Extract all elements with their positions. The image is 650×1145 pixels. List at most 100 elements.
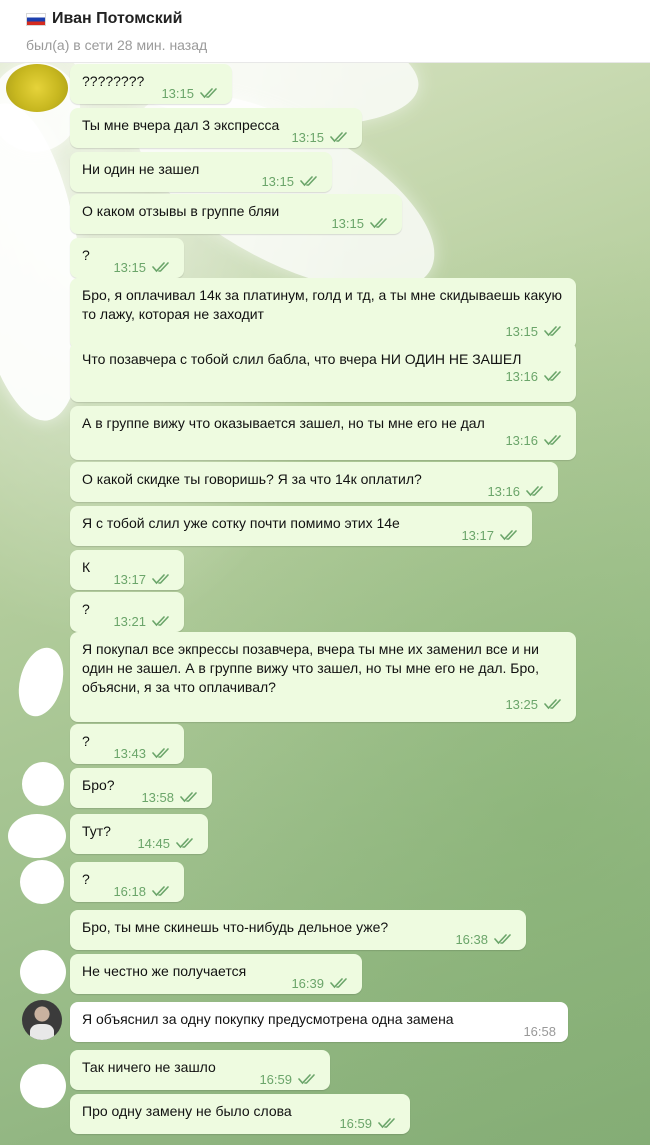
redacted-avatar [20,860,64,904]
double-check-icon [330,132,347,143]
message-bubble[interactable]: 16:39 Не честно же получается [70,954,362,994]
message-bubble[interactable]: 16:59 Так ничего не зашло [70,1050,330,1090]
redacted-avatar [20,1064,66,1108]
double-check-icon [544,326,561,337]
message-text: Я покупал все экпрессы позавчера, вчера … [82,641,539,695]
message-text: Тут? [82,823,111,839]
double-check-icon [152,616,169,627]
message-meta: 13:15 [291,128,350,147]
message-meta: 13:17 [113,570,172,589]
redacted-avatar [11,642,71,722]
message-time: 16:39 [291,976,324,991]
double-check-icon [544,699,561,710]
message-bubble[interactable]: 14:45 Тут? [70,814,208,854]
message-text: Не честно же получается [82,963,247,979]
message-bubble[interactable]: 13:15 О каком отзывы в группе бляи [70,194,402,234]
message-bubble[interactable]: 16:38 Бро, ты мне скинешь что-нибудь дель… [70,910,526,950]
message-text: Я с тобой слил уже сотку почти помимо эт… [82,515,400,531]
message-meta: 13:25 [92,695,564,714]
message-text: Так ничего не зашло [82,1059,216,1075]
message-meta: 13:15 [331,214,390,233]
message-meta: 13:15 [261,172,320,191]
message-bubble[interactable]: 13:17 Я с тобой слил уже сотку почти поми… [70,506,532,546]
message-meta: 14:45 [137,834,196,853]
russia-flag-icon [26,13,46,26]
message-meta: 13:58 [141,788,200,807]
message-bubble[interactable]: 13:15 Ни один не зашел [70,152,332,192]
message-bubble[interactable]: 13:58 Бро? [70,768,212,808]
message-text: ? [82,247,90,263]
message-meta: 16:58 [523,1022,556,1041]
chat-area[interactable]: 13:15???????? 13:15 Ты мне вчера дал 3 экс… [0,62,650,1145]
message-time: 16:18 [113,884,146,899]
message-time: 13:15 [291,130,324,145]
double-check-icon [330,978,347,989]
double-check-icon [300,176,317,187]
message-time: 16:59 [339,1116,372,1131]
message-meta: 13:21 [113,612,172,631]
message-text: О каком отзывы в группе бляи [82,203,280,219]
contact-avatar[interactable] [22,1000,62,1040]
message-meta: 16:59 [259,1070,318,1089]
message-meta: 13:16 [92,431,564,450]
message-text: А в группе вижу что оказывается зашел, н… [82,415,485,431]
message-meta: 13:43 [113,744,172,763]
message-meta: 13:16 [92,367,564,386]
message-bubble[interactable]: 13:15? [70,238,184,278]
flower-center [6,64,68,112]
message-text: ? [82,601,90,617]
message-bubble[interactable]: Я покупал все экпрессы позавчера, вчера … [70,632,576,722]
message-bubble[interactable]: 13:15 Ты мне вчера дал 3 экспресса [70,108,362,148]
double-check-icon [298,1074,315,1085]
message-meta: 13:17 [461,526,520,545]
double-check-icon [370,218,387,229]
message-text: Ты мне вчера дал 3 экспресса [82,117,280,133]
message-text: Бро? [82,777,115,793]
double-check-icon [526,486,543,497]
double-check-icon [500,530,517,541]
redacted-avatar [22,762,64,806]
message-time: 13:16 [487,484,520,499]
message-text: ? [82,733,90,749]
message-time: 13:15 [113,260,146,275]
message-time: 13:58 [141,790,174,805]
double-check-icon [544,435,561,446]
message-bubble[interactable]: 13:15???????? [70,64,232,104]
message-time: 13:16 [505,369,538,384]
contact-name[interactable]: Иван Потомский [52,10,182,28]
double-check-icon [152,748,169,759]
double-check-icon [200,88,217,99]
message-bubble[interactable]: 16:58 Я объяснил за одну покупку предусмо… [70,1002,568,1042]
message-time: 16:38 [455,932,488,947]
double-check-icon [152,262,169,273]
message-bubble[interactable]: Бро, я оплачивал 14к за платинум, голд и… [70,278,576,349]
message-bubble[interactable]: 13:43? [70,724,184,764]
message-time: 13:21 [113,614,146,629]
message-text: О какой скидке ты говоришь? Я за что 14к… [82,471,422,487]
message-bubble[interactable]: 16:59 Про одну замену не было слова [70,1094,410,1134]
message-time: 16:59 [259,1072,292,1087]
message-text: Что позавчера с тобой слил бабла, что вч… [82,351,522,367]
message-meta: 16:38 [455,930,514,949]
message-text: Ни один не зашел [82,161,200,177]
message-bubble[interactable]: А в группе вижу что оказывается зашел, н… [70,406,576,460]
double-check-icon [180,792,197,803]
message-time: 16:58 [523,1024,556,1039]
message-text: Бро, ты мне скинешь что-нибудь дельное у… [82,919,389,935]
message-time: 13:17 [113,572,146,587]
message-bubble[interactable]: 16:18? [70,862,184,902]
message-meta: 13:15 [92,322,564,341]
message-bubble[interactable]: 13:17 К [70,550,184,590]
message-bubble[interactable]: 13:16 О какой скидке ты говоришь? Я за чт… [70,462,558,502]
message-time: 13:15 [161,86,194,101]
message-text: ? [82,871,90,887]
double-check-icon [152,574,169,585]
message-time: 13:43 [113,746,146,761]
message-bubble[interactable]: Что позавчера с тобой слил бабла, что вч… [70,342,576,402]
message-meta: 13:15 [113,258,172,277]
message-time: 13:17 [461,528,494,543]
message-bubble[interactable]: 13:21? [70,592,184,632]
redacted-avatar [8,814,66,858]
message-meta: 13:15 [161,84,220,103]
message-meta: 16:18 [113,882,172,901]
